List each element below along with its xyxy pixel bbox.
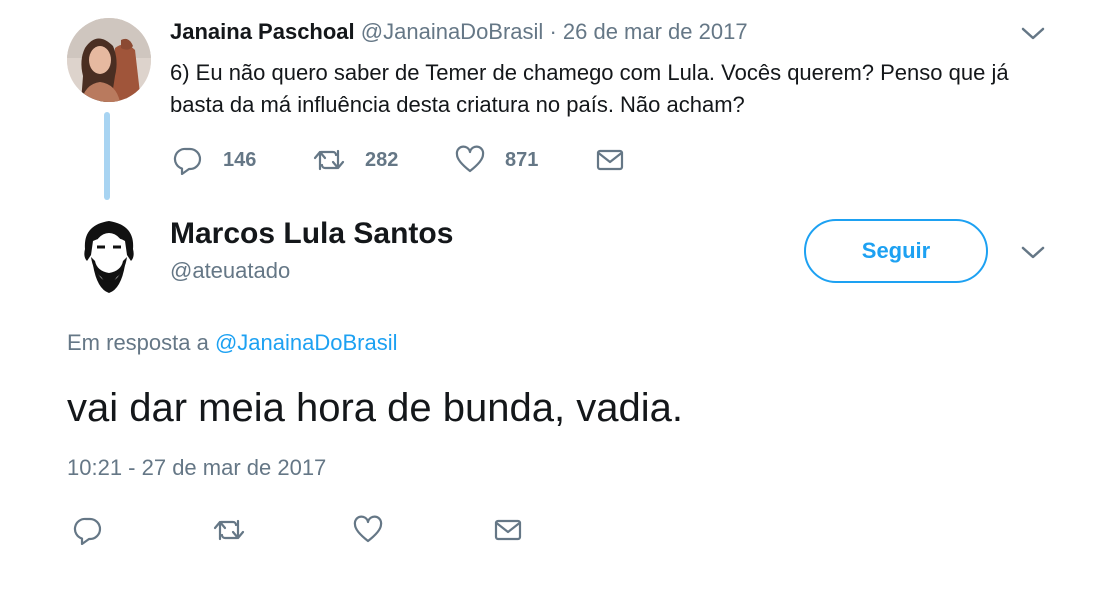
reply-icon [173, 145, 203, 175]
thread-connector [104, 112, 110, 200]
retweet-button[interactable] [213, 514, 245, 546]
reply-count: 146 [223, 148, 257, 171]
chevron-down-icon[interactable] [1020, 245, 1046, 261]
author-name[interactable]: Janaina Paschoal [170, 19, 355, 44]
avatar[interactable] [67, 209, 151, 293]
retweet-icon [313, 145, 345, 175]
follow-button[interactable]: Seguir [804, 219, 988, 283]
author-handle[interactable]: @JanainaDoBrasil [361, 19, 544, 44]
envelope-icon [493, 515, 523, 545]
reply-button[interactable] [73, 514, 103, 546]
avatar[interactable] [67, 18, 151, 102]
reply-context: Em resposta a @JanainaDoBrasil [67, 330, 398, 356]
tweet-timestamp[interactable]: 10:21 - 27 de mar de 2017 [67, 455, 326, 481]
heart-icon [353, 515, 383, 545]
like-count: 871 [505, 148, 539, 171]
reply-button[interactable]: 146 [173, 144, 256, 176]
heart-icon [455, 145, 485, 175]
author-handle[interactable]: @ateuatado [170, 258, 290, 284]
chevron-down-icon[interactable] [1020, 26, 1046, 42]
retweet-icon [213, 515, 245, 545]
tweet-text: vai dar meia hora de bunda, vadia. [67, 386, 683, 430]
tweet-thread: Janaina Paschoal @JanainaDoBrasil · 26 d… [0, 0, 1115, 590]
reply-mention-link[interactable]: @JanainaDoBrasil [215, 330, 398, 355]
reply-prefix: Em resposta a [67, 330, 209, 355]
tweet-text: 6) Eu não quero saber de Temer de chameg… [170, 60, 1009, 117]
tweet-date[interactable]: 26 de mar de 2017 [563, 19, 748, 44]
like-button[interactable]: 871 [455, 144, 538, 176]
retweet-button[interactable]: 282 [313, 144, 398, 176]
separator: · [549, 19, 557, 44]
direct-message-button[interactable] [493, 514, 523, 546]
envelope-icon [595, 145, 625, 175]
like-button[interactable] [353, 514, 383, 546]
retweet-count: 282 [365, 148, 399, 171]
reply-icon [73, 515, 103, 545]
author-name[interactable]: Marcos Lula Santos [170, 217, 453, 251]
direct-message-button[interactable] [595, 144, 625, 176]
tweet-header: Janaina Paschoal @JanainaDoBrasil · 26 d… [170, 18, 748, 46]
